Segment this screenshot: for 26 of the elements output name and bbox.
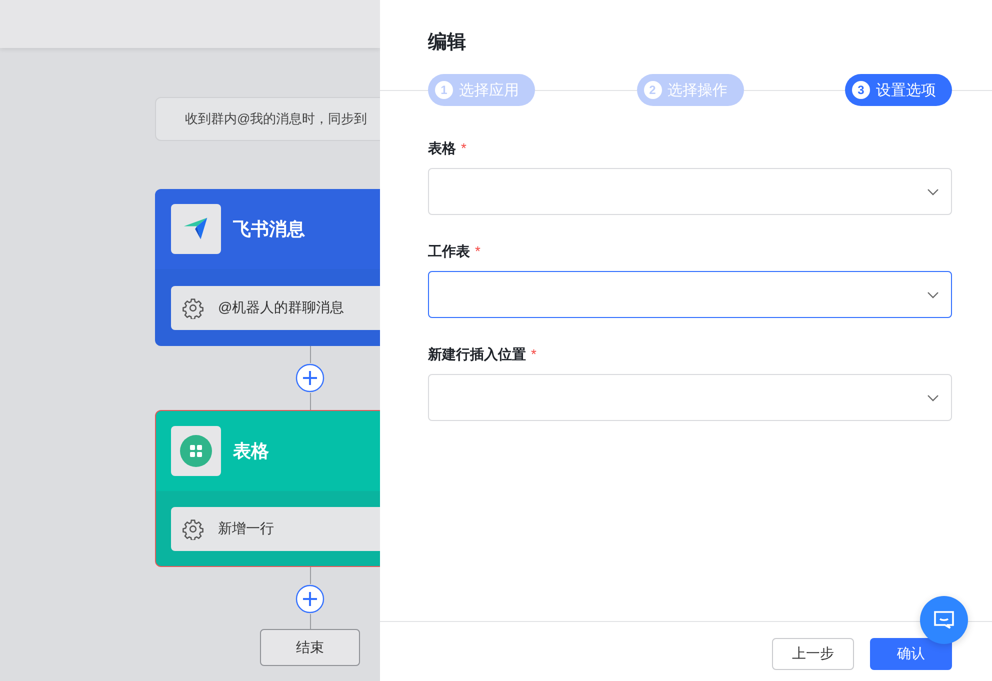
node-card[interactable]: 飞书消息 @机器人的群聊消息 [155, 189, 380, 346]
step-pill[interactable]: 3 设置选项 [845, 74, 952, 106]
node-title: 表格 [233, 440, 269, 462]
settings-icon [182, 518, 204, 540]
field-label: 表格 * [428, 139, 468, 158]
add-button[interactable] [295, 363, 325, 393]
chevron-down-icon [927, 394, 939, 402]
chat-button[interactable] [920, 596, 968, 644]
drawer-title: 编辑 [428, 30, 467, 55]
grid-icon [171, 426, 221, 476]
confirm-button[interactable]: 确认 [870, 638, 952, 670]
field-label: 工作表 * [428, 242, 482, 261]
field-label: 新建行插入位置 * [428, 345, 538, 364]
trigger-note: 收到群内@我的消息时，同步到 [155, 97, 380, 141]
action-row[interactable]: 新增一行 [171, 507, 380, 551]
select-field[interactable] [428, 271, 952, 318]
end-button[interactable]: 结束 [260, 629, 360, 666]
node-title: 飞书消息 [233, 218, 305, 241]
settings-icon [182, 297, 204, 319]
add-button[interactable] [295, 584, 325, 614]
action-row[interactable]: @机器人的群聊消息 [171, 286, 380, 330]
back-button[interactable]: 上一步 [772, 638, 854, 670]
chevron-down-icon [927, 290, 939, 298]
paper-plane-icon [171, 204, 221, 254]
node-card[interactable]: 表格 新增一行 [155, 410, 380, 567]
chevron-down-icon [927, 188, 939, 196]
